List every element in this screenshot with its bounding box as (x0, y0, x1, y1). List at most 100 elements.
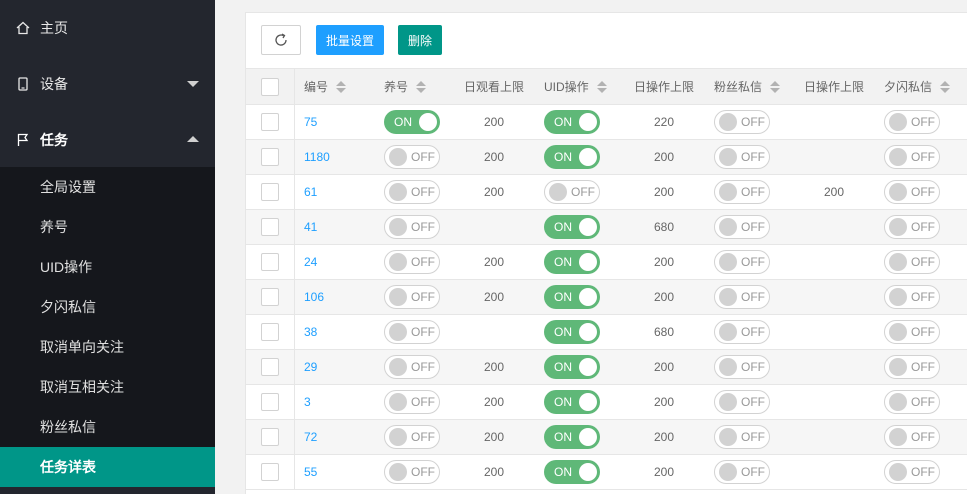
switch-knob (719, 148, 737, 166)
row-id-link[interactable]: 75 (304, 115, 317, 129)
xishan-dm-switch[interactable]: OFF (884, 250, 940, 274)
row-id-link[interactable]: 24 (304, 255, 317, 269)
fans-dm-switch[interactable]: OFF (714, 285, 770, 309)
uid-op-switch[interactable]: ON (544, 460, 600, 484)
yanghao-switch[interactable]: OFF (384, 320, 440, 344)
uid-op-switch[interactable]: OFF (544, 180, 600, 204)
fans-dm-switch[interactable]: OFF (714, 145, 770, 169)
uid-op-switch[interactable]: ON (544, 215, 600, 239)
row-id-link[interactable]: 29 (304, 360, 317, 374)
sub-global-settings[interactable]: 全局设置 (0, 167, 215, 207)
xishan-dm-switch[interactable]: OFF (884, 180, 940, 204)
col-fans-dm[interactable]: 粉丝私信 (714, 69, 794, 104)
xishan-dm-switch[interactable]: OFF (884, 460, 940, 484)
xishan-dm-switch[interactable]: OFF (884, 425, 940, 449)
row-checkbox[interactable] (261, 288, 279, 306)
row-checkbox[interactable] (261, 218, 279, 236)
row-checkbox[interactable] (261, 253, 279, 271)
yanghao-switch[interactable]: OFF (384, 285, 440, 309)
row-id-link[interactable]: 41 (304, 220, 317, 234)
xishan-dm-switch[interactable]: OFF (884, 355, 940, 379)
fans-dm-switch[interactable]: OFF (714, 425, 770, 449)
row-id-link[interactable]: 1180 (304, 150, 330, 164)
uid-op-switch[interactable]: ON (544, 250, 600, 274)
yanghao-switch[interactable]: OFF (384, 215, 440, 239)
sort-icon[interactable] (596, 80, 607, 93)
fans-dm-switch[interactable]: OFF (714, 355, 770, 379)
sort-icon[interactable] (770, 80, 781, 93)
sort-icon[interactable] (940, 80, 951, 93)
fans-dm-switch[interactable]: OFF (714, 460, 770, 484)
row-checkbox[interactable] (261, 148, 279, 166)
fans-dm-switch[interactable]: OFF (714, 215, 770, 239)
row-id-link[interactable]: 106 (304, 290, 324, 304)
day-op-limit-2-value (794, 140, 874, 174)
sub-unfollow-oneway[interactable]: 取消单向关注 (0, 327, 215, 367)
sub-fans-dm[interactable]: 粉丝私信 (0, 407, 215, 447)
batch-settings-button[interactable]: 批量设置 (316, 25, 385, 55)
uid-op-switch[interactable]: ON (544, 355, 600, 379)
row-checkbox[interactable] (261, 113, 279, 131)
sort-icon[interactable] (416, 80, 427, 93)
switch-knob (389, 253, 407, 271)
xishan-dm-switch[interactable]: OFF (884, 390, 940, 414)
fans-dm-switch[interactable]: OFF (714, 250, 770, 274)
nav-home[interactable]: 主页 (0, 0, 215, 56)
col-yanghao[interactable]: 养号 (384, 69, 454, 104)
uid-op-switch[interactable]: ON (544, 285, 600, 309)
col-watch-limit: 日观看上限 (463, 80, 524, 94)
sort-icon[interactable] (336, 80, 347, 93)
switch-knob (719, 253, 737, 271)
yanghao-switch[interactable]: OFF (384, 250, 440, 274)
fans-dm-switch[interactable]: OFF (714, 320, 770, 344)
yanghao-switch[interactable]: OFF (384, 180, 440, 204)
xishan-dm-switch[interactable]: OFF (884, 285, 940, 309)
yanghao-switch[interactable]: OFF (384, 460, 440, 484)
sub-task-detail[interactable]: 任务详表 (0, 447, 215, 487)
sub-uid-op[interactable]: UID操作 (0, 247, 215, 287)
xishan-dm-switch[interactable]: OFF (884, 145, 940, 169)
col-uid-op[interactable]: UID操作 (544, 69, 624, 104)
xishan-dm-switch[interactable]: OFF (884, 320, 940, 344)
yanghao-switch[interactable]: OFF (384, 145, 440, 169)
uid-op-switch[interactable]: ON (544, 390, 600, 414)
day-op-limit-value: 680 (653, 220, 675, 234)
yanghao-switch[interactable]: OFF (384, 425, 440, 449)
row-id-link[interactable]: 3 (304, 395, 311, 409)
fans-dm-switch[interactable]: OFF (714, 180, 770, 204)
row-checkbox[interactable] (261, 463, 279, 481)
nav-device[interactable]: 设备 (0, 56, 215, 112)
uid-op-switch[interactable]: ON (544, 110, 600, 134)
sub-unfollow-mutual[interactable]: 取消互相关注 (0, 367, 215, 407)
row-checkbox[interactable] (261, 358, 279, 376)
nav-task[interactable]: 任务 (0, 112, 215, 168)
delete-button[interactable]: 删除 (398, 25, 443, 55)
row-id-link[interactable]: 61 (304, 185, 317, 199)
xishan-dm-switch[interactable]: OFF (884, 110, 940, 134)
sub-xishan-dm[interactable]: 夕闪私信 (0, 287, 215, 327)
refresh-button[interactable] (261, 25, 301, 55)
row-checkbox[interactable] (261, 183, 279, 201)
row-id-link[interactable]: 38 (304, 325, 317, 339)
fans-dm-switch[interactable]: OFF (714, 390, 770, 414)
watch-limit-value: 200 (483, 360, 505, 374)
uid-op-switch[interactable]: ON (544, 425, 600, 449)
xishan-dm-switch[interactable]: OFF (884, 215, 940, 239)
switch-knob (579, 218, 597, 236)
uid-op-switch[interactable]: ON (544, 320, 600, 344)
row-checkbox[interactable] (261, 393, 279, 411)
row-checkbox[interactable] (261, 323, 279, 341)
row-checkbox[interactable] (261, 428, 279, 446)
col-id[interactable]: 编号 (304, 69, 374, 104)
row-id-link[interactable]: 72 (304, 430, 317, 444)
col-xishan-dm[interactable]: 夕闪私信 (884, 69, 967, 104)
row-id-link[interactable]: 55 (304, 465, 317, 479)
yanghao-switch[interactable]: ON (384, 110, 440, 134)
switch-knob (719, 183, 737, 201)
yanghao-switch[interactable]: OFF (384, 355, 440, 379)
yanghao-switch[interactable]: OFF (384, 390, 440, 414)
select-all-checkbox[interactable] (261, 77, 279, 96)
uid-op-switch[interactable]: ON (544, 145, 600, 169)
fans-dm-switch[interactable]: OFF (714, 110, 770, 134)
sub-yanghao[interactable]: 养号 (0, 207, 215, 247)
